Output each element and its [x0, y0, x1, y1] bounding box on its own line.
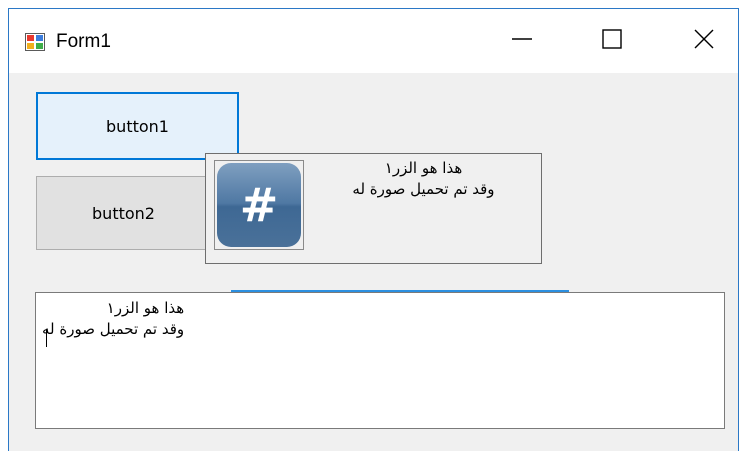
textbox-content: هذا هو الزر١ وقد تم تحميل صورة له [42, 298, 184, 340]
hash-symbol: # [239, 178, 279, 232]
image-button-text: هذا هو الزر١ وقد تم تحميل صورة له [311, 158, 536, 200]
close-button[interactable] [669, 9, 738, 73]
button2[interactable]: button2 [36, 176, 211, 250]
button-image: # [214, 160, 304, 250]
textbox-line2: وقد تم تحميل صورة له [42, 320, 185, 338]
hash-icon: # [217, 163, 301, 247]
minimize-icon [511, 28, 533, 55]
minimize-button[interactable] [487, 9, 557, 73]
multiline-textbox[interactable]: هذا هو الزر١ وقد تم تحميل صورة له [35, 292, 725, 429]
button1[interactable]: button1 [36, 92, 239, 160]
window-title: Form1 [56, 31, 111, 52]
form1-window: Form1 button1 button2 # هذا هو الزر١ وقد… [8, 8, 739, 451]
button1-label: button1 [106, 116, 169, 136]
button2-label: button2 [92, 203, 155, 223]
image-button-line1: هذا هو الزر١ [384, 159, 463, 177]
title-bar[interactable]: Form1 [9, 9, 738, 73]
app-icon [25, 33, 45, 51]
maximize-icon [601, 28, 623, 55]
close-icon [693, 28, 715, 55]
image-button[interactable]: # هذا هو الزر١ وقد تم تحميل صورة له [205, 153, 542, 264]
form-client-area: button1 button2 # هذا هو الزر١ وقد تم تح… [9, 73, 738, 451]
text-caret [46, 329, 47, 347]
textbox-line1: هذا هو الزر١ [106, 299, 185, 317]
image-button-line2: وقد تم تحميل صورة له [352, 180, 495, 198]
maximize-button[interactable] [577, 9, 647, 73]
